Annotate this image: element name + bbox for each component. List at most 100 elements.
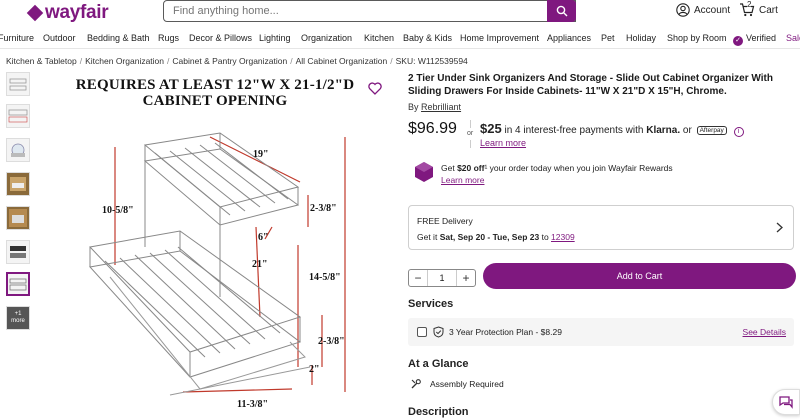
product-image[interactable]: REQUIRES AT LEAST 12"W X 21-1/2"D CABINE… (60, 72, 390, 419)
nav-item-organization[interactable]: Organization (301, 33, 352, 43)
search-input[interactable] (164, 1, 547, 21)
installment-amount: $25 (480, 121, 502, 136)
breadcrumb-item[interactable]: All Cabinet Organization (296, 56, 388, 66)
add-to-cart-button[interactable]: Add to Cart (483, 263, 796, 289)
nav-item-furniture[interactable]: Furniture (0, 33, 34, 43)
tools-icon (411, 379, 421, 389)
nav-item-decor-pillows[interactable]: Decor & Pillows (189, 33, 252, 43)
rewards-text: Get $20 off¹ your order today when you j… (441, 163, 673, 173)
favorite-heart-icon[interactable] (368, 82, 382, 95)
services-heading: Services (408, 298, 454, 310)
dimension-left-height: 10-5/8" (102, 205, 134, 216)
wayfair-logo[interactable]: wayfair (26, 2, 109, 24)
nav-item-pet[interactable]: Pet (601, 33, 615, 43)
info-icon[interactable]: i (733, 127, 744, 137)
product-title: 2 Tier Under Sink Organizers And Storage… (408, 73, 773, 97)
search-icon (556, 5, 567, 17)
klarna-logo: Klarna. (646, 125, 681, 136)
nav-item-sale[interactable]: Sale (786, 33, 800, 43)
by-label: By (408, 102, 419, 112)
sku-label: SKU: W112539594 (395, 56, 468, 66)
installment-offer: $25 in 4 interest-free payments with Kla… (480, 121, 744, 137)
rewards-offer: Get $20 off¹ your order today when you j… (414, 161, 794, 185)
quantity-stepper: − 1 + (408, 269, 476, 287)
breadcrumb-item[interactable]: Kitchen Organization (85, 56, 164, 66)
increase-quantity-button[interactable]: + (457, 270, 475, 286)
dimension-total-height: 14-5/8" (309, 272, 341, 283)
glance-item: Assembly Required (410, 378, 504, 390)
nav-item-lighting[interactable]: Lighting (259, 33, 291, 43)
thumbnail[interactable] (6, 72, 30, 96)
delivery-label: FREE Delivery (417, 216, 473, 226)
account-label: Account (694, 4, 731, 16)
cart-button[interactable]: 2 Cart (739, 0, 778, 17)
protection-plan-text: 3 Year Protection Plan - $8.29 (449, 327, 562, 337)
delivery-card[interactable]: FREE Delivery Get it Sat, Sep 20 - Tue, … (408, 205, 794, 250)
rewards-hexagon-icon (415, 162, 433, 182)
rewards-learn-more-link[interactable]: Learn more (441, 175, 484, 185)
cart-count-badge: 2 (747, 0, 752, 9)
dimension-bottom-width: 11-3/8" (237, 399, 269, 410)
decrease-quantity-button[interactable]: − (409, 270, 427, 286)
dimension-upper-depth: 6" (258, 232, 269, 243)
zip-code-link[interactable]: 12309 (551, 232, 575, 242)
breadcrumb-item[interactable]: Kitchen & Tabletop (6, 56, 77, 66)
delivery-date: Get it Sat, Sep 20 - Tue, Sep 23 to 1230… (417, 232, 575, 242)
nav-item-outdoor[interactable]: Outdoor (43, 33, 76, 43)
nav-item-verified-label: Verified (746, 33, 777, 43)
thumbnail[interactable] (6, 240, 30, 264)
nav-item-appliances[interactable]: Appliances (547, 33, 591, 43)
installment-text: in 4 interest-free payments with (504, 125, 644, 136)
or-label: or (467, 130, 474, 137)
breadcrumb: Kitchen & Tabletop / Kitchen Organization /… (6, 56, 468, 66)
glance-item-label: Assembly Required (430, 379, 504, 389)
nav-item-home-improvement[interactable]: Home Improvement (460, 33, 539, 43)
nav-item-baby-kids[interactable]: Baby & Kids (403, 33, 452, 43)
nav-item-verified[interactable]: ✓ Verified (733, 33, 776, 46)
account-button[interactable]: Account (676, 3, 730, 17)
nav-item-bedding-bath[interactable]: Bedding & Bath (87, 33, 150, 43)
protection-plan-checkbox[interactable] (417, 327, 427, 337)
dimension-depth: 21" (252, 259, 268, 270)
nav-item-shop-by-room[interactable]: Shop by Room (667, 33, 727, 43)
image-headline-line1: REQUIRES AT LEAST 12"W X 21-1/2"D (75, 77, 355, 93)
thumbnail[interactable] (6, 172, 30, 196)
thumbnail-more[interactable]: +1 more (6, 306, 30, 330)
chevron-right-icon (776, 222, 783, 233)
logo-text: wayfair (45, 2, 109, 23)
thumbnail[interactable] (6, 104, 30, 128)
dimension-upper-height: 2-3/8" (310, 203, 337, 214)
or-small-label: or (682, 125, 692, 136)
shield-check-icon (433, 326, 444, 338)
payments-learn-more-link[interactable]: Learn more (480, 138, 526, 148)
product-price: $96.99 (408, 120, 457, 137)
thumbnail[interactable] (6, 138, 30, 162)
logo-mark-icon (26, 4, 44, 22)
nav-item-holiday[interactable]: Holiday (626, 33, 656, 43)
dimension-lower-height: 2-3/8" (318, 336, 345, 347)
search-button[interactable] (547, 0, 576, 22)
nav-item-kitchen[interactable]: Kitchen (364, 33, 394, 43)
account-icon (676, 3, 690, 17)
chat-button[interactable] (772, 389, 800, 415)
quantity-value[interactable]: 1 (427, 270, 457, 286)
more-images-label: +1 more (11, 311, 25, 324)
protection-plan-option: 3 Year Protection Plan - $8.29 See Detai… (408, 318, 794, 346)
brand-line: By Rebrilliant (408, 102, 800, 112)
image-headline-line2: CABINET OPENING (142, 93, 288, 109)
search-bar (163, 0, 576, 22)
product-info: 2 Tier Under Sink Organizers And Storage… (408, 72, 800, 418)
breadcrumb-item[interactable]: Cabinet & Pantry Organization (172, 56, 287, 66)
brand-link[interactable]: Rebrilliant (421, 102, 461, 112)
price-row: $96.99 or $25 in 4 interest-free payment… (408, 120, 800, 150)
thumbnail-selected[interactable] (6, 272, 30, 296)
at-a-glance-heading: At a Glance (408, 358, 469, 370)
rewards-amount: $20 off (457, 163, 485, 173)
description-heading[interactable]: Description (408, 406, 469, 418)
afterpay-logo: Afterpay (696, 126, 727, 135)
site-header: wayfair Account 2 Cart (0, 0, 800, 25)
see-details-link[interactable]: See Details (743, 327, 786, 337)
nav-item-rugs[interactable]: Rugs (158, 33, 179, 43)
thumbnail[interactable] (6, 206, 30, 230)
chat-bubble-icon (779, 396, 793, 409)
